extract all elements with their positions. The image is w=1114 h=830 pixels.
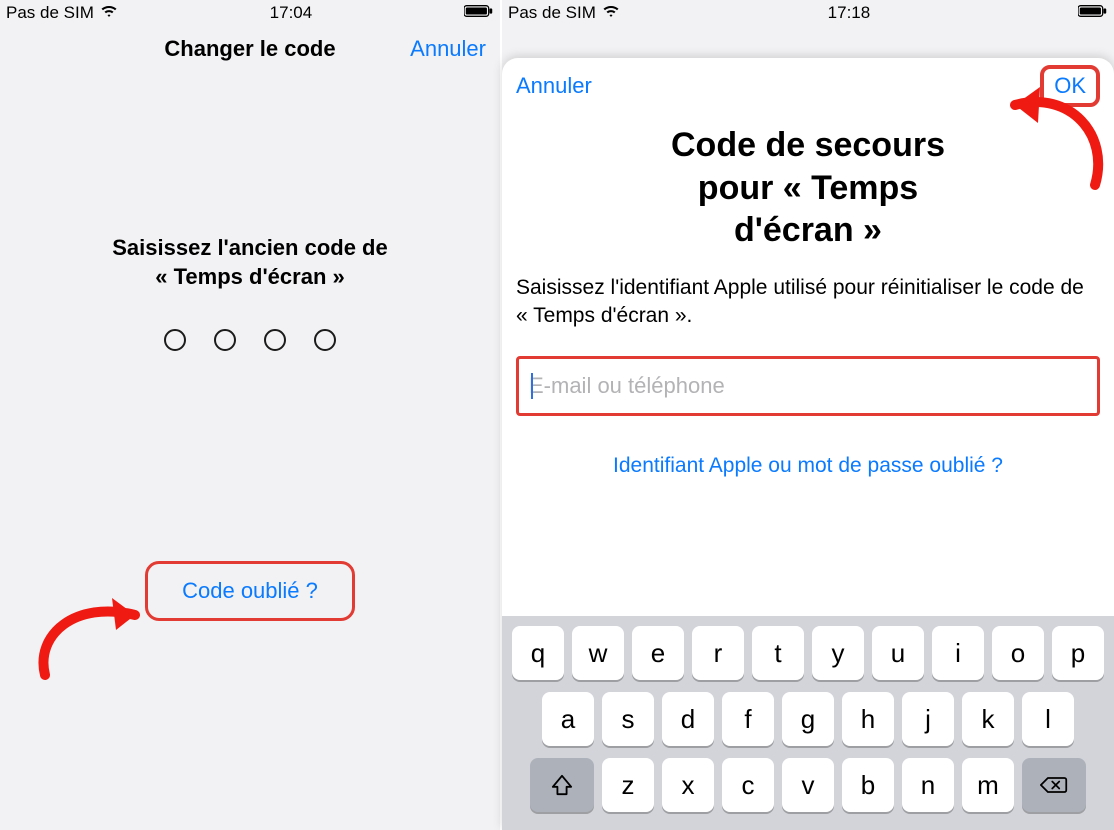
carrier-label: Pas de SIM bbox=[6, 3, 94, 23]
key-z[interactable]: z bbox=[602, 758, 654, 812]
key-c[interactable]: c bbox=[722, 758, 774, 812]
key-u[interactable]: u bbox=[872, 626, 924, 680]
modal-sheet: Annuler OK Code de secours pour « Temps … bbox=[502, 58, 1114, 830]
key-e[interactable]: e bbox=[632, 626, 684, 680]
instruction-text: Saisissez l'ancien code de « Temps d'écr… bbox=[0, 234, 500, 291]
key-k[interactable]: k bbox=[962, 692, 1014, 746]
status-bar: Pas de SIM 17:04 bbox=[0, 0, 500, 24]
wifi-icon bbox=[602, 3, 620, 23]
annotation-highlight: Code oublié ? bbox=[145, 561, 355, 621]
shift-key[interactable] bbox=[530, 758, 594, 812]
passcode-dot bbox=[164, 329, 186, 351]
key-x[interactable]: x bbox=[662, 758, 714, 812]
battery-icon bbox=[1078, 3, 1108, 23]
phone-screen-left: Pas de SIM 17:04 Changer le code Annuler… bbox=[0, 0, 500, 830]
passcode-dot bbox=[314, 329, 336, 351]
nav-title: Changer le code bbox=[164, 36, 335, 62]
key-s[interactable]: s bbox=[602, 692, 654, 746]
annotation-highlight bbox=[516, 356, 1100, 416]
phone-screen-right: Pas de SIM 17:18 Annuler OK Code de seco… bbox=[502, 0, 1114, 830]
key-j[interactable]: j bbox=[902, 692, 954, 746]
key-a[interactable]: a bbox=[542, 692, 594, 746]
passcode-dot bbox=[214, 329, 236, 351]
key-q[interactable]: q bbox=[512, 626, 564, 680]
clock-label: 17:18 bbox=[828, 3, 871, 23]
key-t[interactable]: t bbox=[752, 626, 804, 680]
forgot-code-link[interactable]: Code oublié ? bbox=[182, 578, 318, 603]
sheet-subtitle: Saisissez l'identifiant Apple utilisé po… bbox=[516, 274, 1100, 331]
backspace-key[interactable] bbox=[1022, 758, 1086, 812]
nav-bar: Changer le code Annuler bbox=[0, 24, 500, 74]
key-p[interactable]: p bbox=[1052, 626, 1104, 680]
key-g[interactable]: g bbox=[782, 692, 834, 746]
forgot-apple-id-link[interactable]: Identifiant Apple ou mot de passe oublié… bbox=[516, 454, 1100, 478]
key-w[interactable]: w bbox=[572, 626, 624, 680]
sheet-title: Code de secours pour « Temps d'écran » bbox=[516, 124, 1100, 252]
key-h[interactable]: h bbox=[842, 692, 894, 746]
passcode-dots[interactable] bbox=[0, 329, 500, 351]
key-n[interactable]: n bbox=[902, 758, 954, 812]
battery-icon bbox=[464, 3, 494, 23]
cancel-button[interactable]: Annuler bbox=[516, 73, 592, 99]
annotation-highlight: OK bbox=[1040, 65, 1100, 107]
key-v[interactable]: v bbox=[782, 758, 834, 812]
apple-id-input[interactable] bbox=[523, 363, 1093, 409]
wifi-icon bbox=[100, 3, 118, 23]
status-bar: Pas de SIM 17:18 bbox=[502, 0, 1114, 24]
key-o[interactable]: o bbox=[992, 626, 1044, 680]
passcode-dot bbox=[264, 329, 286, 351]
key-b[interactable]: b bbox=[842, 758, 894, 812]
ok-button[interactable]: OK bbox=[1054, 73, 1086, 98]
keyboard: qwertyuiop asdfghjkl zxcvbnm bbox=[502, 616, 1114, 830]
key-d[interactable]: d bbox=[662, 692, 714, 746]
key-y[interactable]: y bbox=[812, 626, 864, 680]
carrier-label: Pas de SIM bbox=[508, 3, 596, 23]
key-f[interactable]: f bbox=[722, 692, 774, 746]
key-r[interactable]: r bbox=[692, 626, 744, 680]
cancel-button[interactable]: Annuler bbox=[410, 36, 486, 62]
key-m[interactable]: m bbox=[962, 758, 1014, 812]
clock-label: 17:04 bbox=[270, 3, 313, 23]
key-i[interactable]: i bbox=[932, 626, 984, 680]
key-l[interactable]: l bbox=[1022, 692, 1074, 746]
text-cursor bbox=[531, 373, 533, 399]
